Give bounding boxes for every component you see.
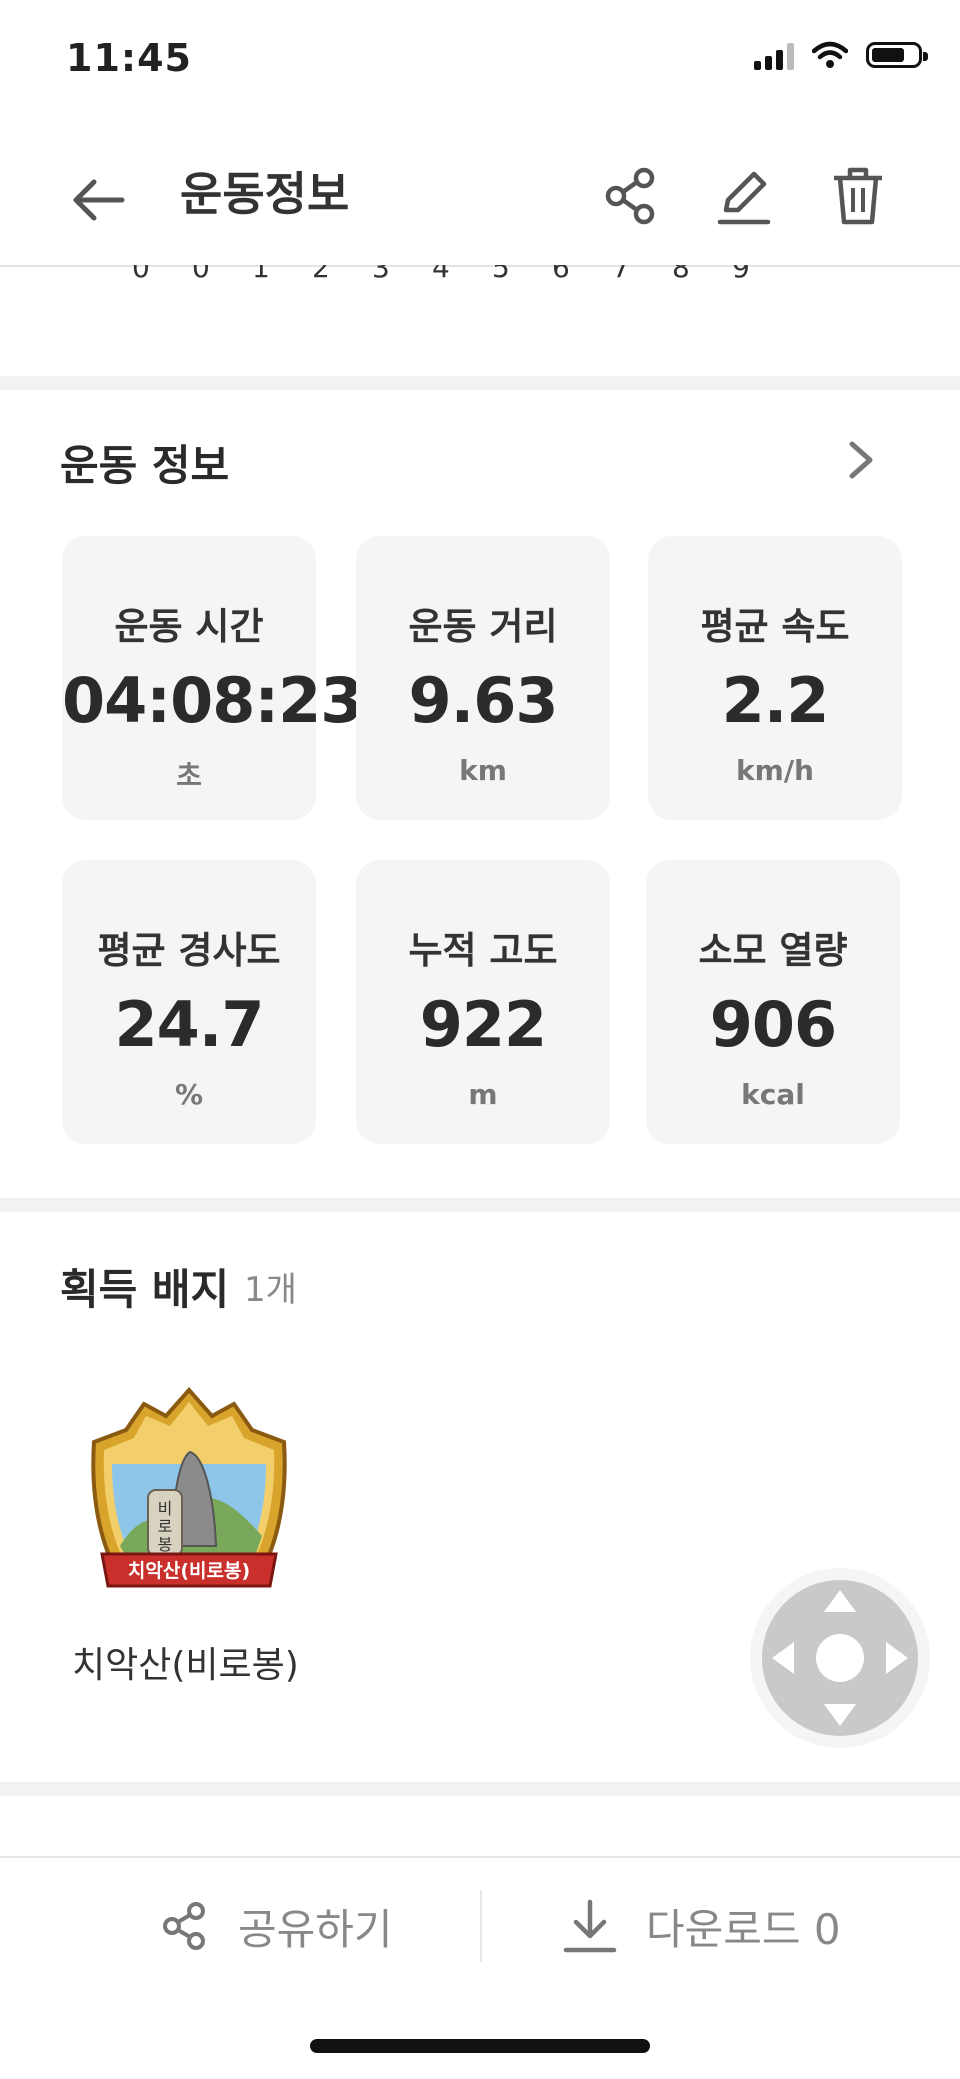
- stat-value: 9.63: [408, 664, 559, 737]
- dpad-icon: [762, 1580, 918, 1736]
- stat-card-calories: 소모 열량 906 kcal: [646, 860, 900, 1144]
- share-action-label: 공유하기: [238, 1904, 393, 1954]
- badge-emblem[interactable]: 비 로 봉 치악산(비로봉): [84, 1386, 294, 1616]
- section-divider: [0, 1198, 960, 1212]
- stat-card-elevation: 누적 고도 922 m: [356, 860, 610, 1144]
- svg-text:로: 로: [158, 1517, 173, 1536]
- cellular-signal-icon: [754, 40, 794, 70]
- digit-label: 2: [312, 265, 330, 284]
- stat-value: 922: [419, 988, 547, 1061]
- digit-label: 8: [672, 265, 690, 284]
- wifi-icon: [812, 41, 848, 68]
- exercise-info-title: 운동 정보: [60, 441, 230, 490]
- stat-label: 누적 고도: [408, 929, 558, 972]
- digit-label: 6: [552, 265, 570, 284]
- download-label: 다운로드 0: [646, 1904, 841, 1954]
- stat-label: 평균 경사도: [97, 929, 281, 972]
- back-button[interactable]: [62, 164, 134, 236]
- status-icons: [754, 40, 928, 70]
- arrow-left-icon: [73, 179, 125, 221]
- stat-value: 24.7: [114, 988, 265, 1061]
- home-indicator: [310, 2039, 650, 2053]
- share-icon: [163, 1902, 205, 1950]
- digit-label: 0: [132, 265, 150, 284]
- badges-title: 획득 배지: [60, 1265, 230, 1314]
- chevron-right-icon: [849, 441, 873, 479]
- stat-unit: kcal: [741, 1078, 805, 1111]
- stat-value: 04:08:23: [62, 664, 363, 737]
- badge-count: 1개: [244, 1270, 297, 1310]
- svg-text:비: 비: [158, 1499, 173, 1518]
- trash-icon: [834, 167, 882, 225]
- stat-card-avg-speed: 평균 속도 2.2 km/h: [648, 536, 902, 820]
- section-divider: [0, 376, 960, 390]
- pencil-icon: [717, 171, 771, 225]
- share-icon: [605, 167, 655, 225]
- digit-label: 9: [732, 265, 750, 284]
- digit-label: 1: [252, 265, 270, 284]
- stat-unit: m: [468, 1078, 498, 1111]
- digit-label: 3: [372, 265, 390, 284]
- badge-name: 치악산(비로봉): [72, 1645, 299, 1686]
- battery-icon: [866, 42, 928, 68]
- mountain-badge-icon: 비 로 봉 치악산(비로봉): [91, 1386, 287, 1588]
- app-header: 운동정보: [0, 130, 960, 267]
- digit-label: 7: [612, 265, 630, 284]
- delete-button[interactable]: [822, 160, 894, 232]
- stat-label: 운동 시간: [114, 605, 264, 648]
- bottom-action-bar: 공유하기 다운로드 0: [0, 1856, 960, 1994]
- exercise-info-more-button[interactable]: [838, 432, 886, 488]
- share-button[interactable]: [594, 160, 666, 232]
- stat-card-distance: 운동 거리 9.63 km: [356, 536, 610, 820]
- scrolled-digit-row: 0 0 1 2 3 4 5 6 7 8 9: [0, 265, 960, 285]
- stat-label: 평균 속도: [700, 605, 850, 648]
- share-action-button[interactable]: 공유하기: [158, 1858, 393, 1994]
- digit-label: 5: [492, 265, 510, 284]
- status-time: 11:45: [66, 36, 192, 80]
- download-icon: [563, 1899, 617, 1953]
- digit-label: 4: [432, 265, 450, 284]
- page-title: 운동정보: [180, 167, 350, 221]
- svg-text:봉: 봉: [158, 1535, 173, 1554]
- stat-value: 906: [709, 988, 837, 1061]
- map-dpad-button[interactable]: [750, 1568, 930, 1748]
- section-divider: [0, 1782, 960, 1796]
- stat-unit: km: [459, 754, 507, 787]
- stat-unit: km/h: [736, 754, 814, 787]
- stat-card-avg-slope: 평균 경사도 24.7 %: [62, 860, 316, 1144]
- digit-label: 0: [192, 265, 210, 284]
- svg-text:치악산(비로봉): 치악산(비로봉): [128, 1560, 250, 1582]
- stat-unit: 초: [176, 759, 202, 792]
- edit-button[interactable]: [708, 160, 780, 232]
- stat-card-duration: 운동 시간 04:08:23 초: [62, 536, 363, 820]
- stat-label: 운동 거리: [408, 605, 558, 648]
- stat-value: 2.2: [721, 664, 830, 737]
- download-button[interactable]: 다운로드 0: [560, 1858, 841, 1994]
- stat-unit: %: [174, 1078, 204, 1111]
- bottom-bar-separator: [480, 1890, 482, 1962]
- stat-label: 소모 열량: [698, 929, 848, 972]
